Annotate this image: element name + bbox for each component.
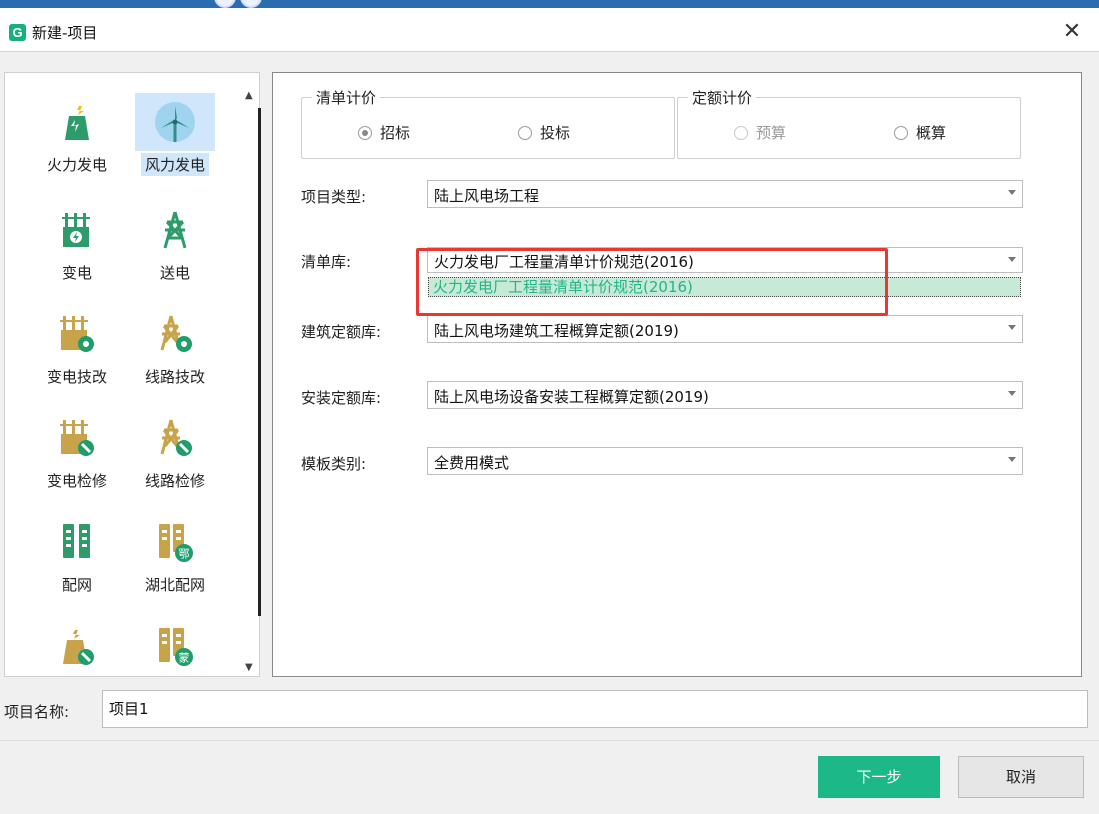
project-type-value: 陆上风电场工程 xyxy=(434,187,540,205)
category-label: 线路技改 xyxy=(144,368,205,386)
radio-budget[interactable]: 预算 xyxy=(734,122,786,143)
category-label: 火力发电 xyxy=(46,156,107,174)
building-quota-value: 陆上风电场建筑工程概算定额(2019) xyxy=(434,322,679,340)
mongolia-badge: 蒙 xyxy=(179,652,190,665)
bill-library-value: 火力发电厂工程量清单计价规范(2016) xyxy=(434,253,694,271)
project-name-label: 项目名称: xyxy=(4,703,70,721)
quota-group: 定额计价 预算 概算 xyxy=(677,87,1021,159)
category-label: 配网 xyxy=(61,576,92,594)
radio-circle xyxy=(358,125,372,140)
category-substation-repair[interactable]: 变电检修 xyxy=(35,409,119,497)
next-button[interactable]: 下一步 xyxy=(818,756,940,798)
top-window-strip xyxy=(0,0,1099,8)
install-quota-value: 陆上风电场设备安装工程概算定额(2019) xyxy=(434,388,709,406)
category-label: 风力发电 xyxy=(140,153,209,176)
project-type-select[interactable]: 陆上风电场工程 xyxy=(427,180,1023,208)
cancel-button[interactable]: 取消 xyxy=(958,756,1084,798)
dialog-title-bar: G 新建-项目 ✕ xyxy=(0,8,1099,52)
substation-repair-icon xyxy=(37,409,117,467)
thermal-repair-icon xyxy=(37,617,117,675)
scroll-down-icon[interactable]: ▼ xyxy=(245,662,253,673)
radio-estimate[interactable]: 概算 xyxy=(894,122,946,143)
chevron-down-icon xyxy=(1008,257,1016,262)
wind-turbine-icon xyxy=(135,93,215,151)
category-substation[interactable]: 变电 xyxy=(35,201,119,289)
footer-divider xyxy=(0,740,1099,741)
strip-decoration xyxy=(240,0,262,8)
hubei-badge: 鄂 xyxy=(179,548,190,561)
category-scrollbar[interactable] xyxy=(258,108,261,616)
bill-library-label: 清单库: xyxy=(301,253,352,271)
thermal-power-icon xyxy=(37,93,117,151)
bill-library-dropdown-option[interactable]: 火力发电厂工程量清单计价规范(2016) xyxy=(428,277,1021,297)
category-line-upgrade[interactable]: 线路技改 xyxy=(133,305,217,393)
radio-circle xyxy=(518,125,532,140)
category-panel: 火力发电 风力发电 变电 送电 变电技改 线路技改 变电检修 线路检修 配网 鄂… xyxy=(4,72,260,677)
line-upgrade-icon xyxy=(135,305,215,363)
project-type-label: 项目类型: xyxy=(301,188,367,206)
chevron-down-icon xyxy=(1008,391,1016,396)
category-wind-power[interactable]: 风力发电 xyxy=(133,93,217,181)
category-substation-upgrade[interactable]: 变电技改 xyxy=(35,305,119,393)
substation-icon xyxy=(37,201,117,259)
chevron-down-icon xyxy=(1008,190,1016,195)
billing-group: 清单计价 招标 投标 xyxy=(301,87,675,159)
category-line-repair[interactable]: 线路检修 xyxy=(133,409,217,497)
category-hubei-distribution[interactable]: 鄂 湖北配网 xyxy=(133,513,217,601)
category-label: 变电检修 xyxy=(46,472,107,490)
radio-circle xyxy=(734,125,748,140)
category-label: 变电 xyxy=(61,264,92,282)
radio-circle xyxy=(894,125,908,140)
scroll-up-icon[interactable]: ▲ xyxy=(245,90,253,101)
distribution-network-icon xyxy=(37,513,117,571)
substation-upgrade-icon xyxy=(37,305,117,363)
template-type-label: 模板类别: xyxy=(301,455,367,473)
radio-label: 招标 xyxy=(380,124,411,142)
install-quota-select[interactable]: 陆上风电场设备安装工程概算定额(2019) xyxy=(427,381,1023,409)
app-logo-icon: G xyxy=(9,24,26,41)
category-distribution-network[interactable]: 配网 xyxy=(35,513,119,601)
building-quota-label: 建筑定额库: xyxy=(301,323,382,341)
hubei-distribution-icon: 鄂 xyxy=(135,513,215,571)
template-type-value: 全费用模式 xyxy=(434,454,510,472)
inner-mongolia-distribution-icon: 蒙 xyxy=(135,617,215,675)
category-label: 湖北配网 xyxy=(144,576,205,594)
bill-library-select[interactable]: 火力发电厂工程量清单计价规范(2016) xyxy=(427,247,1023,273)
quota-group-legend: 定额计价 xyxy=(688,87,757,108)
close-button[interactable]: ✕ xyxy=(1059,19,1085,45)
install-quota-label: 安装定额库: xyxy=(301,389,382,407)
category-label: 变电技改 xyxy=(46,368,107,386)
billing-group-legend: 清单计价 xyxy=(312,87,381,108)
line-repair-icon xyxy=(135,409,215,467)
chevron-down-icon xyxy=(1008,325,1016,330)
settings-panel: 清单计价 招标 投标 定额计价 预算 概算 项目类型: 陆上风电场工程 清单库:… xyxy=(272,72,1082,677)
category-inner-mongolia-distribution[interactable]: 蒙 xyxy=(133,617,217,676)
chevron-down-icon xyxy=(1008,457,1016,462)
strip-decoration xyxy=(214,0,236,8)
dialog-title: 新建-项目 xyxy=(32,24,98,42)
category-transmission[interactable]: 送电 xyxy=(133,201,217,289)
project-name-input[interactable]: 项目1 xyxy=(102,690,1088,728)
category-thermal-repair[interactable] xyxy=(35,617,119,676)
category-thermal-power[interactable]: 火力发电 xyxy=(35,93,119,181)
transmission-tower-icon xyxy=(135,201,215,259)
radio-tendering[interactable]: 投标 xyxy=(518,122,570,143)
template-type-select[interactable]: 全费用模式 xyxy=(427,447,1023,475)
building-quota-select[interactable]: 陆上风电场建筑工程概算定额(2019) xyxy=(427,315,1023,343)
category-label: 送电 xyxy=(159,264,190,282)
category-label: 线路检修 xyxy=(144,472,205,490)
radio-label: 概算 xyxy=(916,124,947,142)
radio-label: 投标 xyxy=(540,124,571,142)
radio-label: 预算 xyxy=(756,124,787,142)
radio-bidding[interactable]: 招标 xyxy=(358,122,410,143)
